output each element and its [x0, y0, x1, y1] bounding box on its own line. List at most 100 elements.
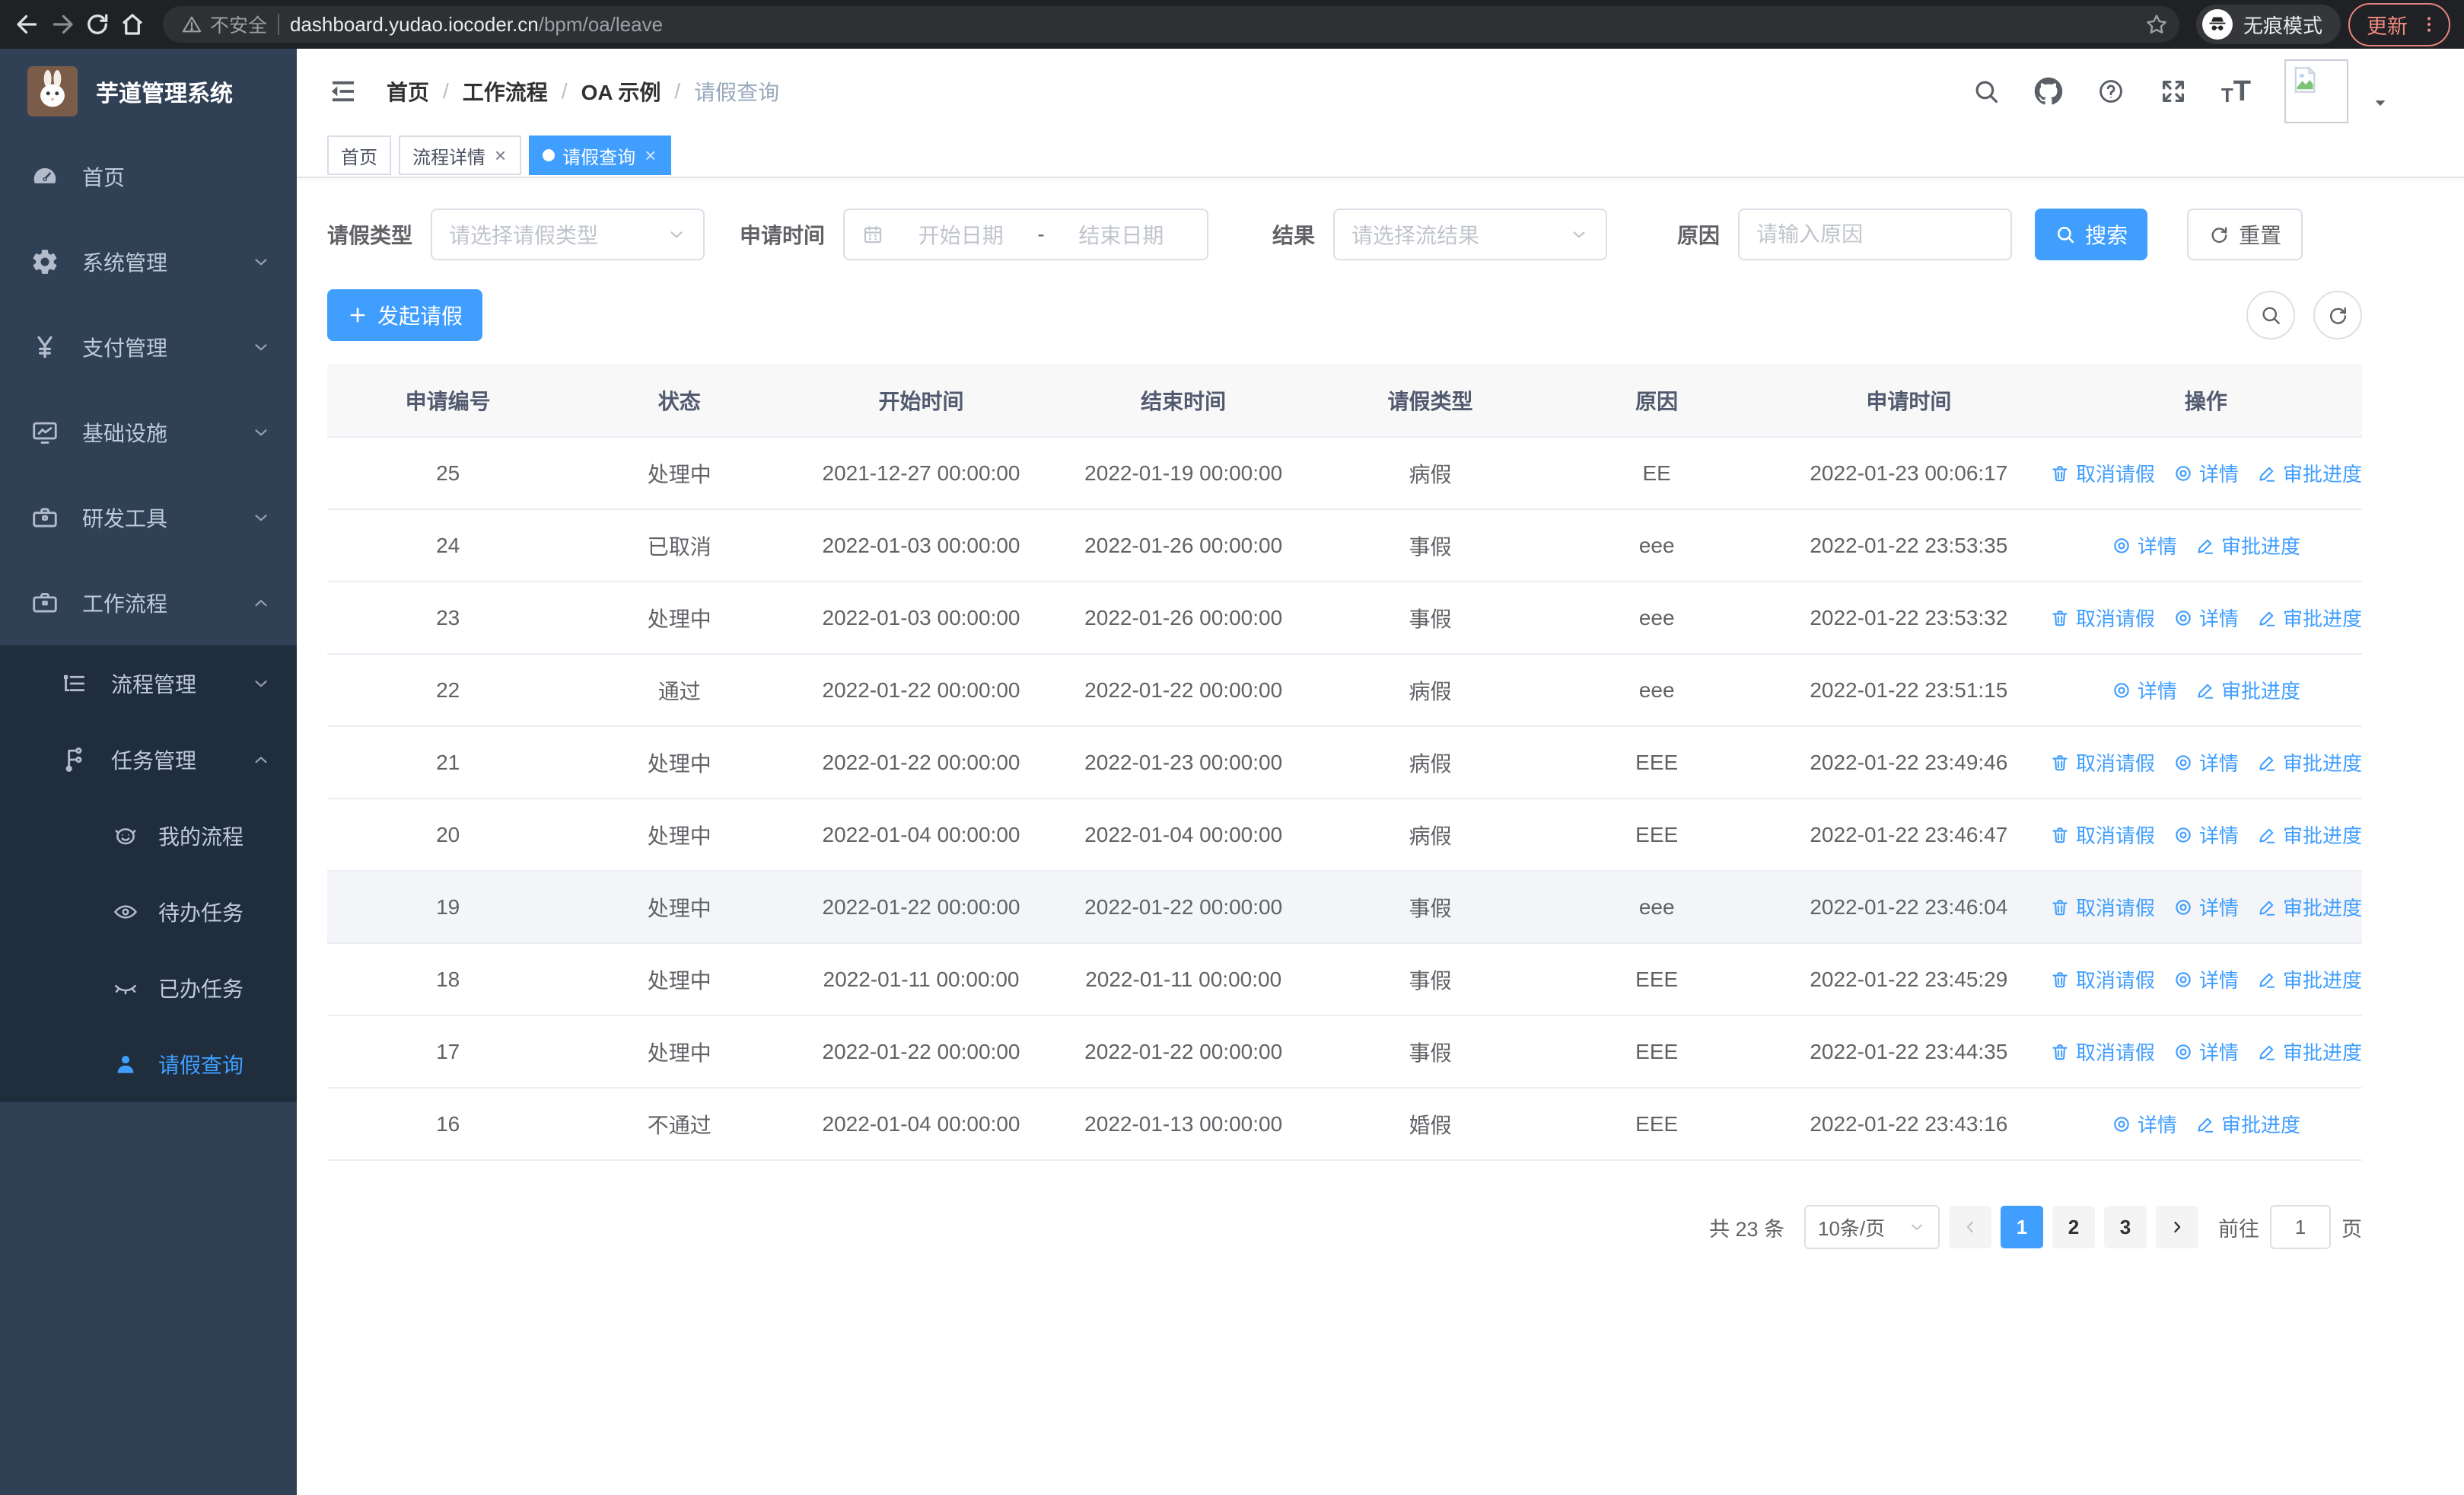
edit-icon — [2257, 464, 2277, 483]
menu-dots-icon[interactable] — [2418, 14, 2440, 35]
search-button[interactable]: 搜索 — [2035, 209, 2148, 260]
detail-link[interactable]: 详情 — [2173, 748, 2239, 776]
create-leave-button[interactable]: 发起请假 — [327, 289, 483, 341]
result-select[interactable]: 请选择流结果 — [1333, 209, 1608, 260]
prev-page-button[interactable] — [1949, 1206, 1991, 1248]
breadcrumb-item[interactable]: 首页 — [387, 76, 429, 107]
sidebar-fold-icon[interactable] — [327, 75, 359, 107]
action-label: 详情 — [2137, 535, 2177, 558]
sidebar-item-workflow[interactable]: 工作流程 — [0, 560, 297, 645]
sidebar-item-my-process[interactable]: 我的流程 — [0, 798, 297, 874]
close-icon[interactable]: × — [493, 144, 508, 167]
sidebar-item-process-management[interactable]: 流程管理 — [0, 645, 297, 722]
help-icon[interactable] — [2096, 77, 2125, 106]
cancel-leave-link[interactable]: 取消请假 — [2050, 893, 2155, 921]
approval-progress-link[interactable]: 审批进度 — [2257, 459, 2362, 487]
home-button[interactable] — [119, 11, 146, 38]
eye-icon — [113, 899, 138, 925]
detail-link[interactable]: 详情 — [2173, 965, 2239, 993]
leave-type-select[interactable]: 请选择请假类型 — [431, 209, 705, 260]
font-size-icon[interactable]: TT — [2221, 77, 2251, 106]
reset-button[interactable]: 重置 — [2187, 209, 2303, 260]
sidebar-item-leave-query[interactable]: 请假查询 — [0, 1026, 297, 1102]
search-icon[interactable] — [1972, 77, 2001, 106]
approval-progress-link[interactable]: 审批进度 — [2257, 748, 2362, 776]
sidebar-item-todo-tasks[interactable]: 待办任务 — [0, 874, 297, 950]
sidebar-item-done-tasks[interactable]: 已办任务 — [0, 950, 297, 1026]
cell-type: 事假 — [1314, 582, 1546, 655]
approval-progress-link[interactable]: 审批进度 — [2257, 965, 2362, 993]
row-actions: 取消请假 详情 审批进度 — [2050, 604, 2362, 632]
close-icon[interactable]: × — [643, 144, 657, 167]
page-buttons: 123 — [2001, 1206, 2147, 1248]
breadcrumb-item[interactable]: 工作流程 — [463, 76, 548, 107]
table-row: 21 处理中 2022-01-22 00:00:00 2022-01-23 00:00… — [327, 726, 2362, 799]
sidebar-item-dev-tools[interactable]: 研发工具 — [0, 475, 297, 560]
cell-type: 病假 — [1314, 726, 1546, 799]
goto-page-input[interactable] — [2270, 1205, 2331, 1249]
page-button-3[interactable]: 3 — [2104, 1206, 2147, 1248]
page-button-2[interactable]: 2 — [2052, 1206, 2095, 1248]
approval-progress-link[interactable]: 审批进度 — [2195, 531, 2300, 559]
page-size-select[interactable]: 10条/页 — [1804, 1205, 1940, 1249]
sidebar-item-system-management[interactable]: 系统管理 — [0, 219, 297, 304]
sidebar-item-home[interactable]: 首页 — [0, 134, 297, 219]
breadcrumb-item[interactable]: OA 示例 — [581, 76, 661, 107]
security-indicator[interactable]: 不安全 — [181, 11, 267, 38]
table-toolbar: 发起请假 — [327, 289, 2362, 341]
hide-search-button[interactable] — [2246, 291, 2295, 339]
apply-time-range-picker[interactable]: 开始日期 - 结束日期 — [843, 209, 1209, 260]
approval-progress-link[interactable]: 审批进度 — [2257, 821, 2362, 849]
row-actions: 详情 审批进度 — [2050, 676, 2362, 704]
search-button-label: 搜索 — [2085, 224, 2128, 247]
detail-link[interactable]: 详情 — [2112, 531, 2177, 559]
pagination: 共 23 条 10条/页 123 前往 页 — [327, 1205, 2362, 1249]
cancel-leave-link[interactable]: 取消请假 — [2050, 748, 2155, 776]
cancel-leave-link[interactable]: 取消请假 — [2050, 459, 2155, 487]
cancel-leave-link[interactable]: 取消请假 — [2050, 604, 2155, 632]
detail-link[interactable]: 详情 — [2173, 821, 2239, 849]
forward-button[interactable] — [49, 11, 76, 38]
back-button[interactable] — [14, 11, 41, 38]
approval-progress-link[interactable]: 审批进度 — [2257, 1038, 2362, 1066]
app-title: 芋道管理系统 — [96, 81, 233, 107]
column-header: 开始时间 — [790, 364, 1052, 438]
detail-link[interactable]: 详情 — [2173, 459, 2239, 487]
page-button-1[interactable]: 1 — [2001, 1206, 2043, 1248]
column-header: 结束时间 — [1052, 364, 1315, 438]
row-actions: 取消请假 详情 审批进度 — [2050, 893, 2362, 921]
chevron-down-icon — [251, 674, 271, 693]
cancel-leave-link[interactable]: 取消请假 — [2050, 1038, 2155, 1066]
view-icon — [2173, 464, 2193, 483]
refresh-table-button[interactable] — [2313, 291, 2362, 339]
tab-process-detail[interactable]: 流程详情 × — [399, 135, 522, 175]
bookmark-star-icon[interactable] — [2144, 12, 2169, 37]
approval-progress-link[interactable]: 审批进度 — [2257, 604, 2362, 632]
sidebar-item-payment-management[interactable]: 支付管理 — [0, 304, 297, 390]
avatar[interactable] — [2284, 59, 2348, 123]
tab-home[interactable]: 首页 — [327, 135, 391, 175]
detail-link[interactable]: 详情 — [2173, 893, 2239, 921]
detail-link[interactable]: 详情 — [2173, 1038, 2239, 1066]
next-page-button[interactable] — [2156, 1206, 2198, 1248]
chevron-up-icon — [251, 750, 271, 770]
detail-link[interactable]: 详情 — [2173, 604, 2239, 632]
fullscreen-icon[interactable] — [2159, 77, 2188, 106]
approval-progress-link[interactable]: 审批进度 — [2195, 1110, 2300, 1138]
cancel-leave-link[interactable]: 取消请假 — [2050, 821, 2155, 849]
detail-link[interactable]: 详情 — [2112, 1110, 2177, 1138]
reason-input[interactable] — [1738, 209, 2013, 260]
github-icon[interactable] — [2034, 77, 2063, 106]
reload-button[interactable] — [84, 11, 111, 38]
caret-down-icon[interactable] — [2370, 92, 2391, 113]
sidebar-item-task-management[interactable]: 任务管理 — [0, 722, 297, 798]
approval-progress-link[interactable]: 审批进度 — [2257, 893, 2362, 921]
cancel-leave-link[interactable]: 取消请假 — [2050, 965, 2155, 993]
tab-leave-query[interactable]: 请假查询 × — [529, 135, 672, 175]
update-button[interactable]: 更新 — [2348, 2, 2450, 46]
sidebar-item-infrastructure[interactable]: 基础设施 — [0, 390, 297, 475]
approval-progress-link[interactable]: 审批进度 — [2195, 676, 2300, 704]
detail-link[interactable]: 详情 — [2112, 676, 2177, 704]
cell-end: 2022-01-04 00:00:00 — [1052, 799, 1315, 872]
url-bar[interactable]: 不安全 dashboard.yudao.iocoder.cn/bpm/oa/le… — [163, 6, 2179, 43]
